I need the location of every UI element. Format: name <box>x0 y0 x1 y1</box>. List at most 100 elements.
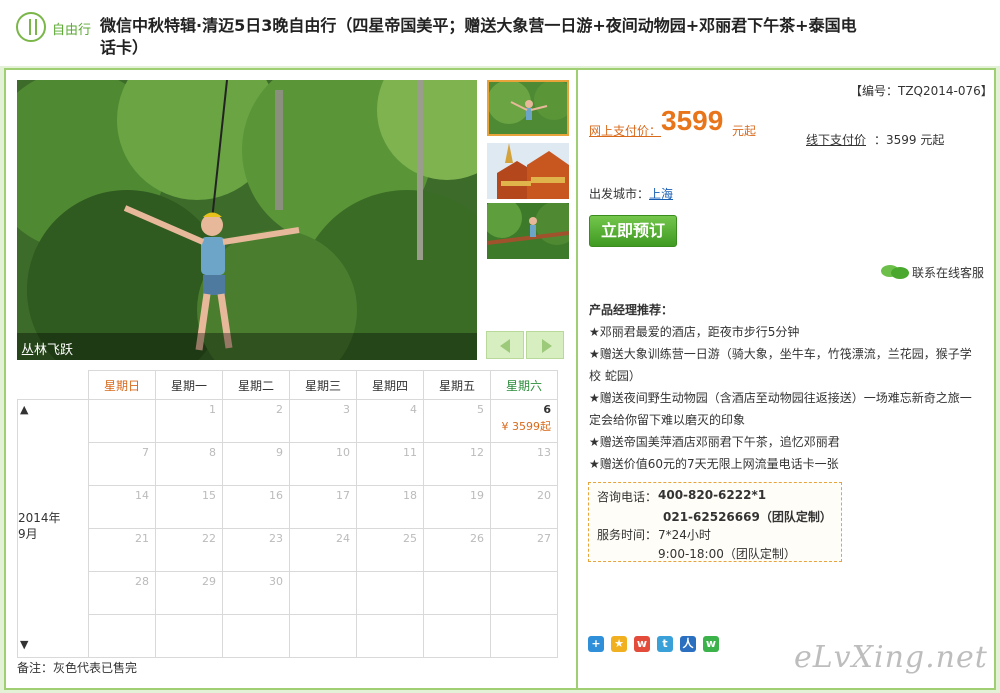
phone-number-2: 021-62526669（团队定制） <box>663 510 832 524</box>
weekday-sun: 星期日 <box>88 370 156 400</box>
calendar-day: 24 <box>289 528 357 572</box>
calendar-day: 26 <box>423 528 491 572</box>
calendar-day <box>88 399 156 443</box>
calendar-day: 17 <box>289 485 357 529</box>
calendar-day-price: ¥ 3599起 <box>501 420 552 433</box>
calendar-weekday-row: 星期日 星期一 星期二 星期三 星期四 星期五 星期六 <box>88 370 558 400</box>
gallery-prev-button[interactable] <box>486 331 524 359</box>
calendar-day: 25 <box>356 528 424 572</box>
calendar-note: 备注：灰色代表已售完 <box>17 661 138 675</box>
calendar-day: 27 <box>490 528 558 572</box>
thumbnail-zipline-image <box>489 82 567 134</box>
photo-caption: 丛林飞跃 <box>21 343 74 358</box>
chat-bubbles-icon[interactable] <box>880 264 910 280</box>
weekday-thu: 星期四 <box>356 370 424 400</box>
calendar-day <box>88 614 156 658</box>
weekday-fri: 星期五 <box>423 370 491 400</box>
calendar-day: 8 <box>155 442 223 486</box>
recommend-title: 产品经理推荐： <box>589 303 674 317</box>
recommend-item: ★赠送大象训练营一日游（骑大象，坐牛车，竹筏漂流，兰花园，猴子学校 蛇园） <box>589 347 972 383</box>
site-watermark: eLvXing.net <box>794 640 988 675</box>
calendar-week-row: 28 29 30 <box>88 571 558 615</box>
calendar-week-row <box>88 614 558 658</box>
calendar-day: 16 <box>222 485 290 529</box>
calendar-grid: 星期日 星期一 星期二 星期三 星期四 星期五 星期六 1 2 3 4 5 6 ¥… <box>88 370 558 658</box>
calendar-week-row: 7 8 9 10 11 12 13 <box>88 442 558 486</box>
weekday-sat: 星期六 <box>490 370 558 400</box>
departure-calendar: 星期日 星期一 星期二 星期三 星期四 星期五 星期六 1 2 3 4 5 6 ¥… <box>17 370 565 658</box>
logo-label: 自由行 <box>52 23 92 38</box>
calendar-day: 1 <box>155 399 223 443</box>
calendar-day: 18 <box>356 485 424 529</box>
departure-city-label: 出发城市： <box>589 187 650 201</box>
calendar-day: 14 <box>88 485 156 529</box>
calendar-day <box>356 614 424 658</box>
calendar-day: 5 <box>423 399 491 443</box>
share-qzone-icon[interactable]: ★ <box>611 636 627 652</box>
share-weibo-icon[interactable]: w <box>634 636 650 652</box>
recommend-item: ★赠送帝国美萍酒店邓丽君下午茶，追忆邓丽君 <box>589 435 840 449</box>
product-title: 微信中秋特辑·清迈5日3晚自由行（四星帝国美平；赠送大象营一日游+夜间动物园+邓… <box>100 16 857 57</box>
calendar-day: 10 <box>289 442 357 486</box>
service-hours-1: 7*24小时 <box>658 528 711 542</box>
thumbnail-temple-image <box>487 143 569 199</box>
recommend-item: ★邓丽君最爱的酒店，距夜市步行5分钟 <box>589 325 800 339</box>
calendar-day-available[interactable]: 6 ¥ 3599起 <box>490 399 558 443</box>
calendar-week-row: 1 2 3 4 5 6 ¥ 3599起 <box>88 399 558 443</box>
calendar-day: 9 <box>222 442 290 486</box>
offline-price-label[interactable]: 线下支付价 <box>806 131 866 148</box>
thumbnail-2[interactable] <box>487 143 569 199</box>
free-travel-logo-icon <box>16 12 46 42</box>
calendar-day: 28 <box>88 571 156 615</box>
book-now-button[interactable]: 立即预订 <box>589 215 677 247</box>
phone-number-1: 400-820-6222*1 <box>658 488 767 502</box>
share-renren-icon[interactable]: 人 <box>680 636 696 652</box>
calendar-day <box>289 571 357 615</box>
online-price-suffix: 元起 <box>732 124 757 138</box>
arrow-left-icon <box>500 339 510 353</box>
main-photo[interactable] <box>17 80 477 360</box>
calendar-day: 2 <box>222 399 290 443</box>
online-service-link[interactable]: 联系在线客服 <box>912 264 984 281</box>
recommend-item: ★赠送价值60元的7天无限上网流量电话卡一张 <box>589 457 839 471</box>
weekday-tue: 星期二 <box>222 370 290 400</box>
calendar-day: 23 <box>222 528 290 572</box>
thumbnail-3[interactable] <box>487 203 569 259</box>
share-wechat-icon[interactable]: w <box>703 636 719 652</box>
offline-price: ：3599 元起 <box>874 133 945 147</box>
departure-city-link[interactable]: 上海 <box>649 185 673 202</box>
share-plus-icon[interactable]: + <box>588 636 604 652</box>
online-price-label[interactable]: 网上支付价： <box>589 122 661 139</box>
calendar-day <box>490 571 558 615</box>
calendar-week-row: 21 22 23 24 25 26 27 <box>88 528 558 572</box>
service-hours-label: 服务时间： <box>597 528 658 542</box>
weekday-wed: 星期三 <box>289 370 357 400</box>
calendar-day: 30 <box>222 571 290 615</box>
panel-divider <box>576 70 578 688</box>
caption-bar <box>17 333 477 360</box>
calendar-day-number: 6 <box>543 403 551 416</box>
jungle-zipline-image <box>17 80 477 360</box>
gallery-next-button[interactable] <box>526 331 564 359</box>
calendar-day: 15 <box>155 485 223 529</box>
online-price: 3599 <box>661 105 724 136</box>
calendar-day: 19 <box>423 485 491 529</box>
calendar-day: 13 <box>490 442 558 486</box>
share-tweibo-icon[interactable]: t <box>657 636 673 652</box>
calendar-day <box>289 614 357 658</box>
product-code: 【编号：TZQ2014-076】 <box>850 84 993 98</box>
recommend-item: ★赠送夜间野生动物园（含酒店至动物园往返接送）一场难忘新奇之旅一定会给你留下难以… <box>589 391 972 427</box>
weekday-mon: 星期一 <box>155 370 223 400</box>
arrow-right-icon <box>542 339 552 353</box>
thumbnail-bridge-image <box>487 203 569 259</box>
calendar-day <box>423 614 491 658</box>
chat-bubbles-svg <box>881 265 909 279</box>
thumbnail-1[interactable] <box>487 80 569 136</box>
calendar-week-row: 14 15 16 17 18 19 20 <box>88 485 558 529</box>
calendar-day <box>222 614 290 658</box>
calendar-day: 21 <box>88 528 156 572</box>
phone-label: 咨询电话： <box>597 490 658 504</box>
calendar-day: 20 <box>490 485 558 529</box>
calendar-day: 3 <box>289 399 357 443</box>
calendar-day: 22 <box>155 528 223 572</box>
